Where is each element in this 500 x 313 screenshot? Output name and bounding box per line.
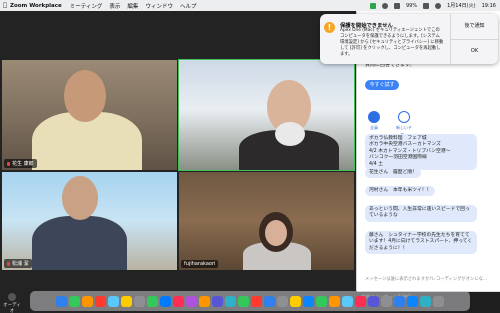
chat-message: あっという間、入生非常に速いスピードで回っているような: [365, 205, 477, 222]
dock-app-icon[interactable]: [368, 295, 379, 307]
dock-app-icon[interactable]: [134, 295, 145, 307]
notification-body: Apex One (Mac) セキュリティエージェントでこのコンピュータを保護で…: [340, 28, 444, 57]
wifi-icon[interactable]: [394, 2, 400, 9]
dock-app-icon[interactable]: [355, 295, 366, 307]
menu-view[interactable]: 表示: [109, 2, 120, 10]
menu-help[interactable]: ヘルプ: [180, 2, 197, 10]
dock-app-icon[interactable]: [342, 295, 353, 307]
chat-message: 河村さん 本年も米ツイ！！: [365, 186, 436, 197]
battery-icon[interactable]: [423, 2, 430, 9]
dock-app-icon[interactable]: [238, 295, 249, 307]
date-text[interactable]: 1月14日(火): [447, 2, 475, 9]
dock-app-icon[interactable]: [316, 295, 327, 307]
dock-app-icon[interactable]: [264, 295, 275, 307]
dock-app-icon[interactable]: [95, 295, 106, 307]
dock-app-icon[interactable]: [420, 295, 431, 307]
screen:  Zoom Workplace ミーティング 表示 編集 ウィンドウ ヘルプ …: [0, 0, 500, 313]
dock-app-icon[interactable]: [407, 295, 418, 307]
warning-icon: !: [324, 22, 335, 33]
menu-window[interactable]: ウィンドウ: [145, 2, 173, 10]
dock-app-icon[interactable]: [225, 295, 236, 307]
dock-app-icon[interactable]: [251, 295, 262, 307]
microphone-icon: [8, 293, 16, 301]
apple-icon[interactable]: : [0, 2, 10, 9]
dock-app-icon[interactable]: [69, 295, 80, 307]
menu-bar:  Zoom Workplace ミーティング 表示 編集 ウィンドウ ヘルプ …: [0, 0, 500, 11]
chat-visibility-notice[interactable]: メッセージは誰に表示されますか?レコーディングがオンにな...: [365, 276, 487, 282]
security-notification: ! 保護を開始できません Apex One (Mac) セキュリティエージェント…: [320, 14, 498, 64]
menu-edit[interactable]: 編集: [127, 2, 138, 10]
participant-name-4: fujiharakaori: [181, 260, 219, 268]
mic-muted-icon: [7, 161, 10, 166]
video-tile-4[interactable]: fujiharakaori: [179, 172, 354, 270]
menu-app-name[interactable]: Zoom Workplace: [10, 3, 62, 9]
try-now-button[interactable]: 今すぐ試す: [365, 80, 399, 90]
dock-app-icon[interactable]: [121, 295, 132, 307]
video-tile-2[interactable]: [178, 59, 355, 171]
status-tray: 99% 1月14日(火) 19:16: [370, 0, 496, 11]
dock-app-icon[interactable]: [394, 295, 405, 307]
dock-app-icon[interactable]: [82, 295, 93, 307]
participant-name-3: 松浦 潔: [4, 259, 32, 268]
chat-message: 花生さん 履歴ど順！: [365, 168, 421, 179]
dock-app-icon[interactable]: [56, 295, 67, 307]
dock-app-icon[interactable]: [199, 295, 210, 307]
dock-app-icon[interactable]: [108, 295, 119, 307]
chat-message: ボカラ仏教料理 フェア城 ボカラ中央空港バスーカトマンズ 4/2 木カトマンズ・…: [365, 134, 477, 171]
battery-text: 99%: [406, 2, 418, 9]
control-center-icon[interactable]: [435, 2, 442, 9]
meeting-gallery: 花生 康郎 松浦 潔 fujiharakaori: [0, 11, 356, 313]
time-text[interactable]: 19:16: [482, 3, 496, 9]
remind-later-button[interactable]: 後で通知: [451, 14, 498, 39]
dock-app-icon[interactable]: [433, 295, 444, 307]
menu-meeting[interactable]: ミーティング: [70, 2, 103, 10]
video-tile-1[interactable]: 花生 康郎: [2, 60, 177, 170]
dock-app-icon[interactable]: [160, 295, 171, 307]
clock-icon[interactable]: [382, 2, 388, 9]
mic-muted-icon: [7, 261, 10, 266]
dock-app-icon[interactable]: [277, 295, 288, 307]
video-tile-3[interactable]: 松浦 潔: [2, 172, 177, 270]
dock-app-icon[interactable]: [381, 295, 392, 307]
dock-app-icon[interactable]: [290, 295, 301, 307]
dock-app-icon[interactable]: [329, 295, 340, 307]
dock: [30, 291, 470, 311]
people-icon: [368, 111, 380, 123]
audio-button[interactable]: オーディオ: [2, 293, 22, 313]
dock-app-icon[interactable]: [303, 295, 314, 307]
plus-icon: [398, 111, 410, 123]
participant-name-1: 花生 康郎: [4, 159, 37, 168]
dock-app-icon[interactable]: [186, 295, 197, 307]
dock-app-icon[interactable]: [212, 295, 223, 307]
ok-button[interactable]: OK: [451, 39, 498, 64]
dock-app-icon[interactable]: [147, 295, 158, 307]
dock-app-icon[interactable]: [173, 295, 184, 307]
zoom-status-icon[interactable]: [370, 2, 376, 9]
chat-message: 藤さん シュタイナー学校の先生たちを育てています！4月に向けてラストスパート、押…: [365, 231, 477, 255]
